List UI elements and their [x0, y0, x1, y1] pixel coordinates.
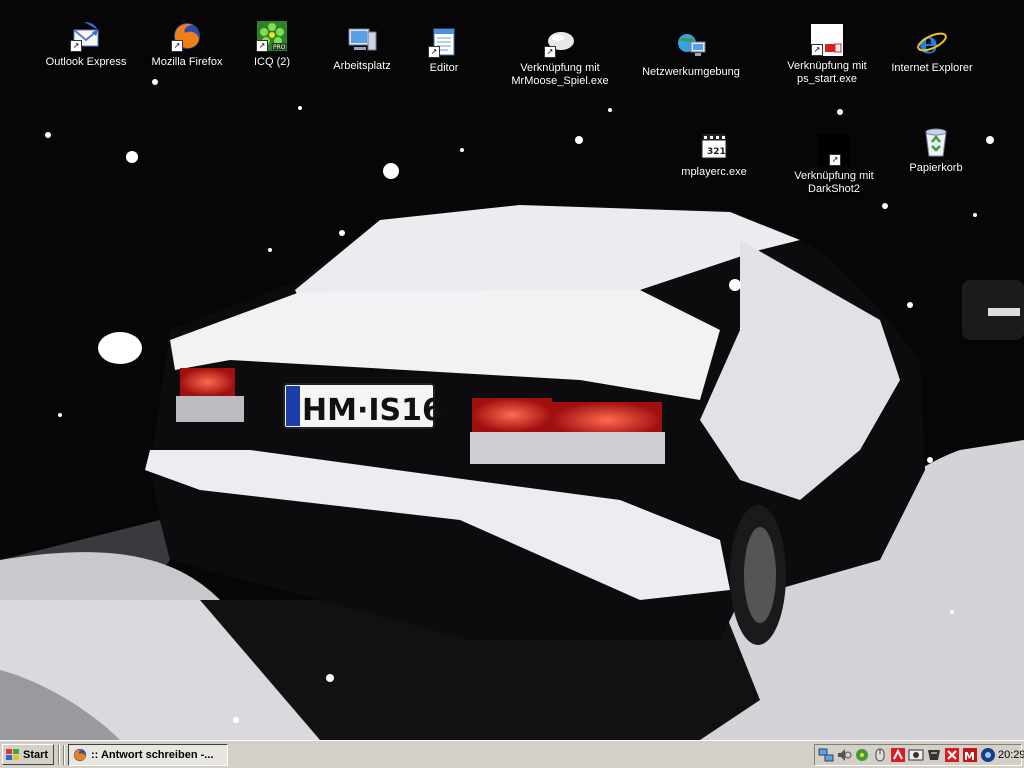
darkshot-icon: ↗	[818, 134, 850, 166]
shortcut-arrow-icon: ↗	[256, 40, 268, 52]
taskbar: Start :: Antwort schreiben -... M 20:29	[0, 740, 1024, 768]
desktop-icon-internet-explorer[interactable]: e Internet Explorer	[877, 26, 987, 75]
taskbar-separator	[58, 745, 60, 765]
icon-label: Verknüpfung mit ps_start.exe	[787, 60, 867, 85]
recycle-bin-icon	[920, 126, 952, 158]
icon-label: Internet Explorer	[891, 62, 973, 74]
desktop-icon-recycle-bin[interactable]: Papierkorb	[881, 126, 991, 175]
network-icon[interactable]	[818, 747, 834, 763]
desktop-icon-mrmoose[interactable]: ↗ Verknüpfung mit MrMoose_Spiel.exe	[505, 26, 615, 88]
desktop-icon-network[interactable]: Netzwerkumgebung	[636, 30, 746, 79]
desktop-icon-ps-start[interactable]: ↗ Verknüpfung mit ps_start.exe	[772, 24, 882, 86]
icon-label: Papierkorb	[909, 162, 963, 174]
shortcut-arrow-icon: ↗	[544, 46, 556, 58]
cdburn-icon[interactable]	[908, 747, 924, 763]
shortcut-arrow-icon: ↗	[811, 44, 823, 56]
antivirus-icon[interactable]	[926, 747, 942, 763]
shortcut-arrow-icon: ↗	[428, 46, 440, 58]
windows-logo-icon	[6, 748, 19, 760]
monitor-icon[interactable]	[980, 747, 996, 763]
wallpaper-snowy-car: HM·IS16	[0, 0, 1024, 740]
svg-text:321: 321	[707, 147, 726, 157]
taskbar-button-label: :: Antwort schreiben -...	[91, 749, 214, 761]
system-tray: M 20:29	[814, 744, 1024, 766]
network-places-icon	[675, 30, 707, 62]
icon-label: Verknüpfung mit MrMoose_Spiel.exe	[511, 62, 609, 87]
icq-tray-icon[interactable]	[854, 747, 870, 763]
icon-label: Editor	[429, 62, 459, 74]
mouse-icon[interactable]	[872, 747, 888, 763]
desktop[interactable]: HM·IS16 ↗ Outlook Express ↗ Mozilla Fire…	[0, 0, 1024, 740]
desktop-icon-outlook-express[interactable]: ↗ Outlook Express	[31, 20, 141, 69]
desktop-icon-darkshot2[interactable]: ↗ Verknüpfung mit DarkShot2	[779, 134, 889, 196]
license-plate-text: HM·IS16	[302, 393, 443, 428]
desktop-icon-mplayerc[interactable]: 321 mplayerc.exe	[659, 130, 769, 179]
start-button[interactable]: Start	[2, 744, 54, 765]
taskbar-grip[interactable]	[63, 745, 65, 765]
speaker-icon[interactable]	[836, 747, 852, 763]
firefox-icon: ↗	[171, 20, 203, 52]
icon-label: mplayerc.exe	[681, 166, 747, 178]
shortcut-arrow-icon: ↗	[829, 154, 841, 166]
desktop-icon-editor[interactable]: ↗ Editor	[389, 26, 499, 75]
my-computer-icon	[346, 24, 378, 56]
svg-text:M: M	[964, 750, 975, 763]
icq-icon: PRO ↗	[256, 20, 288, 52]
svg-text:PRO: PRO	[273, 44, 286, 51]
icon-label: Outlook Express	[45, 56, 127, 68]
media-player-classic-icon: 321	[698, 130, 730, 162]
msn-icon[interactable]: M	[962, 747, 978, 763]
start-label: Start	[23, 748, 49, 761]
internet-explorer-icon: e	[916, 26, 948, 58]
outlook-express-icon: ↗	[70, 20, 102, 52]
taskbar-button-firefox-window[interactable]: :: Antwort schreiben -...	[68, 744, 228, 766]
shortcut-arrow-icon: ↗	[171, 40, 183, 52]
ps-start-icon: ↗	[811, 24, 843, 56]
notepad-icon: ↗	[428, 26, 460, 58]
tool-icon[interactable]	[944, 747, 960, 763]
icon-label: Netzwerkumgebung	[642, 66, 740, 78]
clock[interactable]: 20:29	[998, 749, 1024, 761]
icon-label: Verknüpfung mit DarkShot2	[794, 170, 874, 195]
shortcut-arrow-icon: ↗	[70, 40, 82, 52]
firefox-icon	[73, 748, 87, 762]
app-red-icon[interactable]	[890, 747, 906, 763]
moose-game-icon: ↗	[544, 26, 576, 58]
